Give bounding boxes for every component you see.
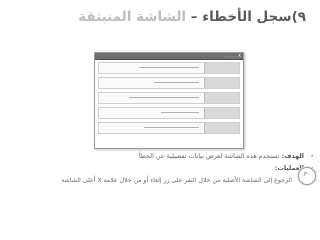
popup-row-value xyxy=(139,67,199,68)
popup-heading xyxy=(225,56,239,58)
popup-row-label xyxy=(204,63,239,73)
popup-body xyxy=(98,62,240,144)
popup-row-value xyxy=(161,112,199,113)
title-accent: الشاشة المنبثقة xyxy=(78,9,191,25)
operation-item-text: الرجوع إلى الشاشة الأصلية من خلال النقر … xyxy=(61,177,292,184)
popup-row-value xyxy=(129,97,199,98)
popup-row-value xyxy=(154,82,199,83)
slide-number-badge: ٣٠ xyxy=(298,167,316,185)
slide-title: ٩)سجل الأخطاء – الشاشة المنبثقة xyxy=(76,9,306,25)
goal-term: الهدف: xyxy=(281,152,304,160)
popup-row xyxy=(98,77,240,89)
title-main: سجل الأخطاء – xyxy=(190,9,292,25)
slide-number: ٣٠ xyxy=(303,171,311,178)
title-number: ٩) xyxy=(291,9,306,25)
bullet-list: الهدف: تستخدم هذه الشاشة لعرض بيانات تفص… xyxy=(6,152,314,188)
bullet-goal: الهدف: تستخدم هذه الشاشة لعرض بيانات تفص… xyxy=(6,152,314,161)
popup-row-label xyxy=(204,93,239,103)
popup-row xyxy=(98,62,240,74)
popup-row-label xyxy=(204,108,239,118)
popup-row xyxy=(98,92,240,104)
bullet-operations: العمليات: xyxy=(6,164,314,173)
popup-titlebar: x xyxy=(95,53,243,60)
bullet-operation-item: الرجوع إلى الشاشة الأصلية من خلال النقر … xyxy=(6,176,314,185)
popup-row-label xyxy=(204,78,239,88)
popup-screenshot: x xyxy=(94,52,244,149)
popup-row-value xyxy=(144,127,199,128)
popup-row-label xyxy=(204,123,239,133)
goal-text: تستخدم هذه الشاشة لعرض بيانات تفصيلية عن… xyxy=(138,152,282,160)
popup-row xyxy=(98,107,240,119)
popup-row xyxy=(98,122,240,134)
